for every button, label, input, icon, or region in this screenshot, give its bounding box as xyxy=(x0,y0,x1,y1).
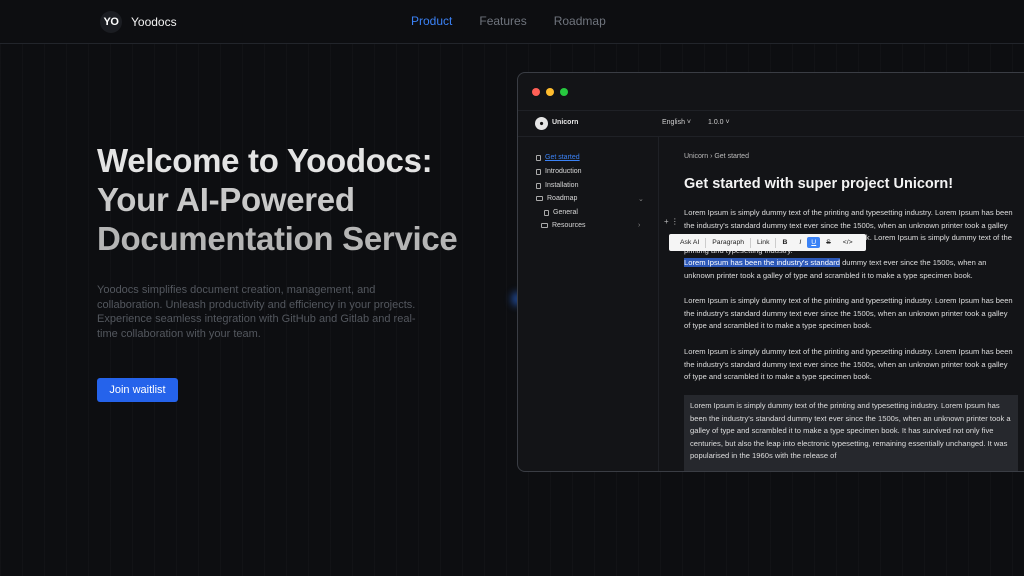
folder-icon xyxy=(541,223,548,228)
minimize-dot-icon xyxy=(546,87,554,96)
close-dot-icon xyxy=(532,87,540,96)
nav-product[interactable]: Product xyxy=(411,14,452,28)
breadcrumb: Unicorn › Get started xyxy=(684,153,749,160)
link-button[interactable]: Link xyxy=(751,239,775,246)
main-nav: Product Features Roadmap xyxy=(411,14,606,28)
sidebar-item-roadmap[interactable]: Roadmap xyxy=(536,195,577,202)
window-titlebar xyxy=(518,73,1024,111)
app-header: ⚫ Unicorn English ˅ 1.0.0 ˅ xyxy=(518,111,1024,137)
document-icon xyxy=(536,154,541,161)
sidebar-item-label: Installation xyxy=(545,182,579,189)
docs-sidebar: Get started Introduction Installation Ro… xyxy=(518,137,659,471)
nav-features[interactable]: Features xyxy=(479,14,526,28)
hero-title-line-2: Your AI-Powered xyxy=(97,181,355,218)
sidebar-item-introduction[interactable]: Introduction xyxy=(536,168,582,175)
hero-description: Yoodocs simplifies document creation, ma… xyxy=(97,284,416,340)
italic-button[interactable]: I xyxy=(793,239,807,246)
sidebar-item-label: Introduction xyxy=(545,168,582,175)
brand[interactable]: YO Yoodocs xyxy=(100,11,177,33)
paragraph-1-selection[interactable]: Lorem Ipsum has been the industry's stan… xyxy=(684,257,1014,283)
paragraph-3[interactable]: Lorem Ipsum is simply dummy text of the … xyxy=(684,346,1014,384)
app-preview-window: ⚫ Unicorn English ˅ 1.0.0 ˅ Get started … xyxy=(517,72,1024,472)
sidebar-item-get-started[interactable]: Get started xyxy=(536,154,580,161)
formatting-toolbar: Ask AI Paragraph Link B I U S </> xyxy=(669,234,866,251)
ask-ai-button[interactable]: Ask AI xyxy=(674,239,705,246)
join-waitlist-button[interactable]: Join waitlist xyxy=(97,378,178,402)
selected-text[interactable]: Lorem Ipsum has been the industry's stan… xyxy=(684,258,840,267)
top-navigation: YO Yoodocs Product Features Roadmap xyxy=(0,0,1024,44)
hero-title: Welcome to Yoodocs: Your AI-Powered Docu… xyxy=(97,141,517,258)
sidebar-item-resources[interactable]: Resources xyxy=(541,222,585,229)
document-icon xyxy=(536,182,541,189)
app-project-name: Unicorn xyxy=(552,119,579,126)
unicorn-logo-icon: ⚫ xyxy=(535,117,548,130)
code-button[interactable]: </> xyxy=(837,239,859,246)
add-block-icon[interactable]: + ⋮ xyxy=(664,217,679,226)
version-select[interactable]: 1.0.0 ˅ xyxy=(708,119,730,126)
document-icon xyxy=(544,209,549,216)
sidebar-item-label: Get started xyxy=(545,154,580,161)
language-select[interactable]: English ˅ xyxy=(662,119,691,126)
folder-icon xyxy=(536,196,543,201)
underline-button[interactable]: U xyxy=(807,237,821,248)
sidebar-item-label: General xyxy=(553,209,578,216)
code-block[interactable]: Lorem Ipsum is simply dummy text of the … xyxy=(684,395,1018,471)
hero-title-line-1: Welcome to Yoodocs: xyxy=(97,142,433,179)
hero-title-line-3: Documentation Service xyxy=(97,220,458,257)
sidebar-item-label: Resources xyxy=(552,222,586,229)
doc-title: Get started with super project Unicorn! xyxy=(684,176,954,192)
yoodocs-logo-icon: YO xyxy=(100,11,122,33)
chevron-right-icon[interactable]: › xyxy=(638,222,640,229)
maximize-dot-icon xyxy=(560,87,568,96)
brand-name: Yoodocs xyxy=(131,15,177,29)
sidebar-item-installation[interactable]: Installation xyxy=(536,182,578,189)
paragraph-2[interactable]: Lorem Ipsum is simply dummy text of the … xyxy=(684,295,1014,333)
nav-roadmap[interactable]: Roadmap xyxy=(554,14,606,28)
sidebar-item-general[interactable]: General xyxy=(544,209,578,216)
bold-button[interactable]: B xyxy=(776,239,793,246)
document-icon xyxy=(536,168,541,175)
paragraph-select[interactable]: Paragraph xyxy=(706,239,750,246)
sidebar-item-label: Roadmap xyxy=(547,195,578,202)
chevron-down-icon[interactable]: ⌄ xyxy=(638,195,644,203)
strikethrough-button[interactable]: S xyxy=(820,239,837,246)
